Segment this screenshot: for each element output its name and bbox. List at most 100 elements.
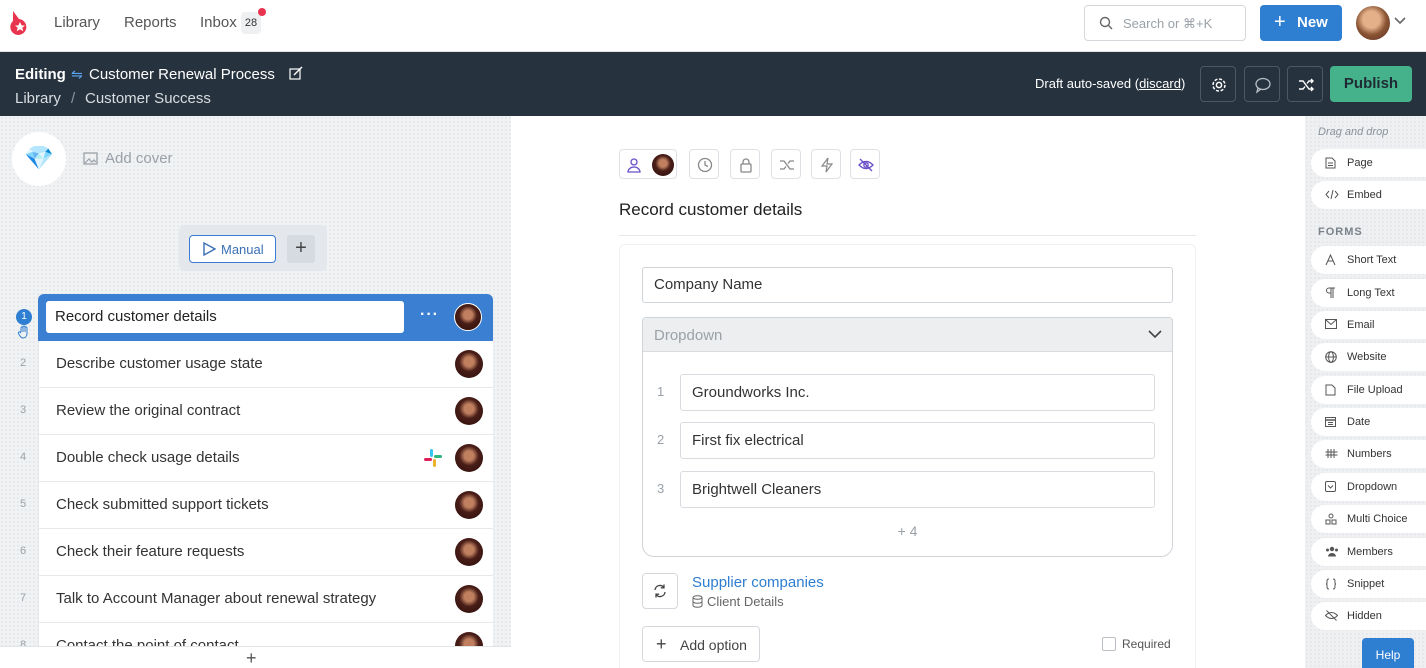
permissions-button[interactable] [730,149,760,179]
editing-label: Editing [15,66,66,83]
search-box[interactable] [1084,5,1246,41]
widget-label: Email [1347,319,1375,331]
play-icon [203,242,216,256]
option-input[interactable]: First fix electrical [680,422,1155,459]
widget-dropdown[interactable]: Dropdown [1311,473,1426,501]
widget-multi-choice[interactable]: Multi Choice [1311,505,1426,533]
task-item[interactable]: Review the original contract [38,388,493,435]
automation-button[interactable] [811,149,841,179]
option-input[interactable]: Groundworks Inc. [680,374,1155,411]
embed-icon [1325,189,1339,200]
widget-label: Dropdown [1347,481,1398,493]
widget-embed[interactable]: Embed [1311,181,1426,209]
notification-dot [258,8,266,16]
task-assignee-avatar[interactable] [455,350,483,378]
widget-snippet[interactable]: Snippet [1311,570,1426,598]
app-logo-icon[interactable] [9,11,29,35]
top-nav: Library Reports Inbox 28 + New [0,0,1426,52]
task-assignee-avatar[interactable] [455,491,483,519]
add-trigger-button[interactable]: + [287,235,315,263]
required-checkbox[interactable] [1102,637,1116,651]
cover-emoji[interactable]: 💎 [12,132,66,186]
widget-numbers[interactable]: Numbers [1311,440,1426,468]
task-item-active[interactable]: Record customer details ··· [38,294,493,341]
task-item[interactable]: Talk to Account Manager about renewal st… [38,576,493,623]
chevron-down-icon[interactable] [1393,16,1407,26]
nav-library[interactable]: Library [54,14,100,31]
settings-button[interactable] [1200,66,1236,102]
logic-button[interactable] [1287,66,1323,102]
widget-label: Website [1347,351,1387,363]
new-button[interactable]: + New [1260,5,1342,41]
clock-icon [697,157,713,173]
supplier-companies-link[interactable]: Supplier companies [692,574,824,591]
widget-members[interactable]: Members [1311,538,1426,566]
drag-hand-icon[interactable] [17,325,31,339]
dropdown-placeholder: Dropdown [654,327,723,344]
breadcrumb-library[interactable]: Library [15,90,61,107]
short-text-icon [1325,254,1336,266]
search-input[interactable] [1123,6,1241,40]
nav-inbox[interactable]: Inbox [200,14,237,31]
task-title-input[interactable]: Record customer details [46,301,404,333]
task-assignee-avatar[interactable] [455,397,483,425]
task-more-button[interactable]: ··· [420,306,439,324]
step-editor: Record customer details Company Name Dro… [511,116,1305,668]
sync-button[interactable] [642,573,678,609]
user-avatar[interactable] [1356,6,1390,40]
comments-button[interactable] [1244,66,1280,102]
task-assignee-avatar[interactable] [455,538,483,566]
widget-hidden[interactable]: Hidden [1311,602,1426,630]
process-title[interactable]: Customer Renewal Process [89,66,275,83]
widget-label: Long Text [1347,287,1395,299]
dropdown-select[interactable]: Dropdown [643,318,1172,352]
widget-page[interactable]: Page [1311,149,1426,177]
add-option-button[interactable]: + Add option [642,626,760,662]
task-item[interactable]: Double check usage details [38,435,493,482]
widget-date[interactable]: Date [1311,408,1426,436]
task-number: 6 [20,545,27,557]
widget-website[interactable]: Website [1311,343,1426,371]
database-icon [692,595,703,608]
plus-icon: + [656,634,667,654]
widget-email[interactable]: Email [1311,311,1426,339]
task-label: Describe customer usage state [56,355,263,372]
edit-pencil-icon[interactable] [289,66,303,80]
option-input[interactable]: Brightwell Cleaners [680,471,1155,508]
company-name-field[interactable]: Company Name [642,267,1173,303]
add-task-button[interactable]: + [0,646,511,668]
lock-icon [740,158,752,173]
task-assignee-avatar[interactable] [454,303,482,331]
breadcrumb-separator: / [71,90,76,107]
hide-step-button[interactable] [850,149,880,179]
task-assignee-avatar[interactable] [455,585,483,613]
assign-button[interactable] [619,149,677,179]
task-item[interactable]: Check their feature requests [38,529,493,576]
task-item[interactable]: Describe customer usage state [38,341,493,388]
assignee-avatar[interactable] [652,154,674,176]
step-title[interactable]: Record customer details [619,200,802,220]
widget-long-text[interactable]: Long Text [1311,279,1426,307]
required-label: Required [1122,637,1171,651]
nav-reports[interactable]: Reports [124,14,177,31]
discard-link[interactable]: discard [1139,76,1181,91]
task-assignee-avatar[interactable] [455,444,483,472]
date-icon [1325,417,1336,427]
widget-file-upload[interactable]: File Upload [1311,376,1426,404]
breadcrumb-customer-success[interactable]: Customer Success [85,90,211,107]
due-date-button[interactable] [689,149,719,179]
website-icon [1325,351,1337,363]
client-details-label: Client Details [707,594,784,609]
task-item[interactable]: Check submitted support tickets [38,482,493,529]
manual-trigger-button[interactable]: Manual [189,235,276,263]
help-button[interactable]: Help [1362,638,1414,668]
conditional-logic-button[interactable] [771,149,801,179]
hidden-eye-icon [858,158,874,172]
inbox-count-badge: 28 [241,12,261,34]
publish-button[interactable]: Publish [1330,66,1412,102]
more-options-link[interactable]: + 4 [643,523,1172,539]
multi-choice-icon [1325,513,1337,525]
widget-sidebar: Drag and drop Page Embed FORMS Short Tex… [1305,116,1426,668]
widget-short-text[interactable]: Short Text [1311,246,1426,274]
process-icon: ⇋ [71,66,83,82]
